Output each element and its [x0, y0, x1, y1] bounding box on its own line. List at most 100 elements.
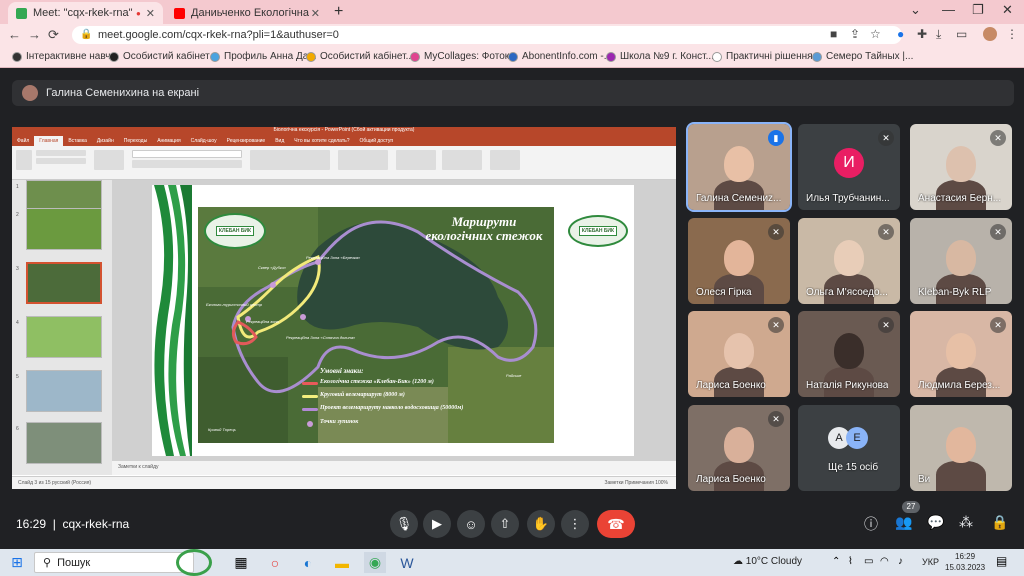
profile-avatar[interactable]	[983, 27, 997, 41]
slide-thumbnail[interactable]	[26, 316, 102, 358]
ppt-tab[interactable]: Дизайн	[92, 136, 119, 146]
minimize-icon[interactable]: —	[942, 2, 955, 17]
camera-icon[interactable]: ■	[830, 27, 837, 41]
ppt-tab[interactable]: Анимация	[152, 136, 185, 146]
puzzle-icon[interactable]: ✚	[917, 27, 927, 41]
url-input[interactable]: meet.google.com/cqx-rkek-rna?pli=1&authu…	[72, 26, 902, 44]
language-indicator[interactable]: УКР	[922, 557, 939, 567]
ppt-tab[interactable]: Вид	[270, 136, 289, 146]
youtube-favicon-icon	[174, 7, 185, 19]
slide-thumbnail[interactable]	[26, 422, 102, 464]
network-icon[interactable]: ⌇	[848, 556, 853, 567]
ppt-tab[interactable]: Главная	[34, 136, 64, 146]
tab-search-icon[interactable]: ⌄	[910, 2, 921, 18]
download-icon[interactable]: ⤓	[936, 27, 941, 42]
notes-pane[interactable]: Заметки к слайду	[112, 461, 676, 475]
edge-icon[interactable]: ◐	[297, 552, 319, 573]
more-options-button[interactable]: ⋮	[561, 510, 589, 538]
close-tab-icon[interactable]: ✕	[146, 7, 155, 20]
ppt-tab[interactable]: Переходы	[119, 136, 152, 146]
bookmark-item[interactable]: Школа №9 г. Конст...	[606, 51, 714, 62]
bookmark-item[interactable]: Особистий кабінет	[109, 51, 210, 62]
windows-start-icon[interactable]: ⊞	[6, 552, 28, 573]
emoji-button[interactable]: ☺	[457, 510, 485, 538]
wifi-icon[interactable]: ◠	[880, 556, 889, 567]
participant-tile[interactable]: Анастасия Берн... ✕	[910, 124, 1012, 210]
bookmark-item[interactable]: Практичні рішення...	[712, 51, 821, 62]
tray-chevron-icon[interactable]: ⌃	[832, 556, 840, 567]
close-tab-icon[interactable]: ✕	[311, 7, 320, 20]
volume-icon[interactable]: ♪	[898, 556, 903, 567]
ppt-tab[interactable]: Вставка	[63, 136, 92, 146]
activities-icon[interactable]: ⁂	[959, 514, 973, 531]
word-icon[interactable]: W	[396, 552, 418, 573]
mic-button[interactable]: 🎙	[390, 510, 418, 538]
tab-youtube[interactable]: Даниьченко Екологічна стежк ✕	[166, 2, 328, 24]
present-button[interactable]: ⇧	[491, 510, 519, 538]
bookmark-item[interactable]: MyCollages: Фоток...	[410, 51, 517, 62]
participant-tile[interactable]: Людмила Берез... ✕	[910, 311, 1012, 397]
bookmark-item[interactable]: Інтерактивне навч...	[12, 51, 119, 62]
participant-tile[interactable]: A E Ще 15 осіб	[798, 405, 900, 491]
presenter-banner: Галина Семенихина на екрані	[12, 80, 1014, 106]
sidepanel-icon[interactable]: ▭	[956, 27, 967, 41]
notification-icon[interactable]: ▤	[996, 554, 1007, 568]
forward-icon[interactable]: →	[28, 27, 41, 42]
menu-icon[interactable]: ⋮	[1006, 27, 1018, 41]
ppt-tab[interactable]: Файл	[12, 136, 34, 146]
slide-thumbnail-selected[interactable]	[26, 262, 102, 304]
participant-tile[interactable]: Олеся Гірка ✕	[688, 218, 790, 304]
bookmark-item[interactable]: Особистий кабінет...	[306, 51, 414, 62]
participant-tile[interactable]: Галина Семениz... ▮	[686, 122, 792, 212]
ppt-tab[interactable]: Слайд-шоу	[186, 136, 222, 146]
participant-tile[interactable]: Kleban-Byk RLP ✕	[910, 218, 1012, 304]
camera-button[interactable]: ▶	[423, 510, 451, 538]
ppt-tab[interactable]: Что вы хотите сделать?	[289, 136, 354, 146]
reload-icon[interactable]: ⟳	[48, 27, 59, 43]
participant-face	[724, 427, 754, 463]
new-tab-icon[interactable]: +	[334, 3, 343, 21]
extension-icon[interactable]: ●	[897, 27, 904, 41]
task-view-icon[interactable]: ▦	[230, 552, 252, 573]
mic-off-icon: ✕	[768, 317, 784, 333]
participant-tile[interactable]: Лариса Боенко ✕	[688, 405, 790, 491]
back-icon[interactable]: ←	[8, 27, 21, 42]
people-icon[interactable]: 👥	[895, 514, 912, 531]
ppt-tab[interactable]: Общий доступ	[355, 136, 399, 146]
host-controls-icon[interactable]: 🔒	[991, 514, 1008, 531]
share-icon[interactable]: ⇪	[850, 27, 860, 41]
participant-tile[interactable]: Ольга М'ясоедо... ✕	[798, 218, 900, 304]
eco-logo: КЛЕБАН БИК	[204, 213, 266, 249]
opera-icon[interactable]: ○	[264, 552, 286, 573]
info-icon[interactable]: ⓘ	[864, 514, 878, 534]
tab-meet[interactable]: Meet: "cqx-rkek-rna" ● ✕	[8, 2, 163, 24]
chat-icon[interactable]: 💬	[927, 514, 944, 531]
bookmark-star-icon[interactable]: ☆	[870, 27, 881, 41]
ppt-tab[interactable]: Рецензирование	[222, 136, 271, 146]
bookmark-item[interactable]: Профиль Анна Да...	[210, 51, 317, 62]
system-clock[interactable]: 16:29 15.03.2023	[945, 551, 985, 573]
weather-widget[interactable]: ☁ 10°C Cloudy	[733, 556, 802, 567]
mic-off-icon: ✕	[768, 224, 784, 240]
close-window-icon[interactable]: ✕	[1002, 2, 1013, 18]
participant-tile[interactable]: Ви	[910, 405, 1012, 491]
participant-tile[interactable]: Наталія Рикунова ✕	[798, 311, 900, 397]
participant-tile[interactable]: Лариса Боенко ✕	[688, 311, 790, 397]
green-app-icon[interactable]	[176, 549, 212, 576]
battery-icon[interactable]: ▭	[864, 556, 873, 567]
lock-icon[interactable]: 🔒	[80, 29, 92, 40]
participant-tile[interactable]: И Илья Трубчанин... ✕	[798, 124, 900, 210]
cloud-icon: ☁	[733, 556, 743, 567]
maximize-icon[interactable]: ❐	[972, 2, 984, 18]
end-call-button[interactable]: ☎	[597, 510, 635, 538]
folder-icon[interactable]: ▬	[331, 552, 353, 573]
bookmark-item[interactable]: Семеро Тайных |...	[812, 51, 913, 62]
bookmark-label: Особистий кабінет...	[320, 51, 414, 62]
hand-icon: ✋	[532, 516, 550, 531]
slide-thumbnail[interactable]	[26, 370, 102, 412]
chrome-icon[interactable]: ◉	[364, 552, 386, 573]
slide-thumbnail[interactable]	[26, 208, 102, 250]
taskbar-search[interactable]: ⚲ Пошук	[34, 552, 194, 573]
raise-hand-button[interactable]: ✋	[527, 510, 555, 538]
bookmark-item[interactable]: AbonentInfo.com -...	[508, 51, 612, 62]
